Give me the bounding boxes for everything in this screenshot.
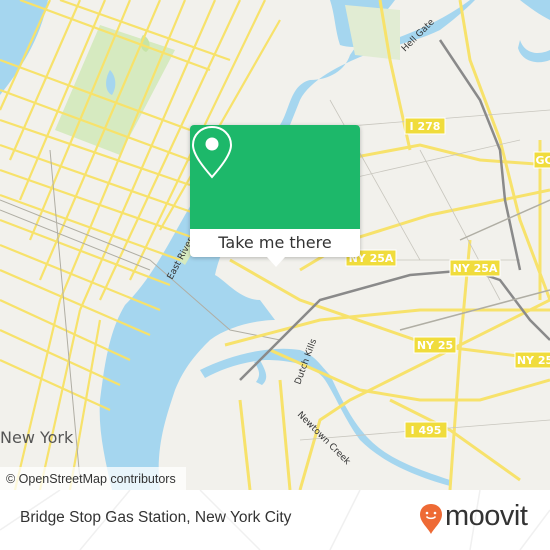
label-new-york: New York (0, 428, 74, 447)
popup-pointer (267, 257, 285, 267)
shield-i278: I 278 (410, 120, 441, 133)
hudson-river (0, 0, 48, 95)
take-me-there-button[interactable]: Take me there (190, 229, 360, 257)
map-attribution[interactable]: © OpenStreetMap contributors (0, 467, 186, 490)
location-popup: Take me there (190, 125, 360, 267)
shield-gc: GC (535, 154, 550, 167)
map-view[interactable]: I 278 GC NY 25 NY 25A NY 25A NY 25 NY 25… (0, 0, 550, 490)
shield-ny25-c: NY 25 (517, 354, 550, 367)
brand-name: moovit (445, 500, 528, 532)
shield-ny25-b: NY 25 (417, 339, 453, 352)
shield-i495: I 495 (411, 424, 442, 437)
shield-ny25a-b: NY 25A (453, 262, 498, 275)
moovit-pin-logo-icon (420, 504, 442, 534)
footer-bar: Bridge Stop Gas Station, New York City m… (0, 490, 550, 550)
location-pin-icon (191, 125, 233, 179)
place-name: Bridge Stop Gas Station, New York City (20, 509, 292, 526)
popup-header (190, 125, 360, 229)
